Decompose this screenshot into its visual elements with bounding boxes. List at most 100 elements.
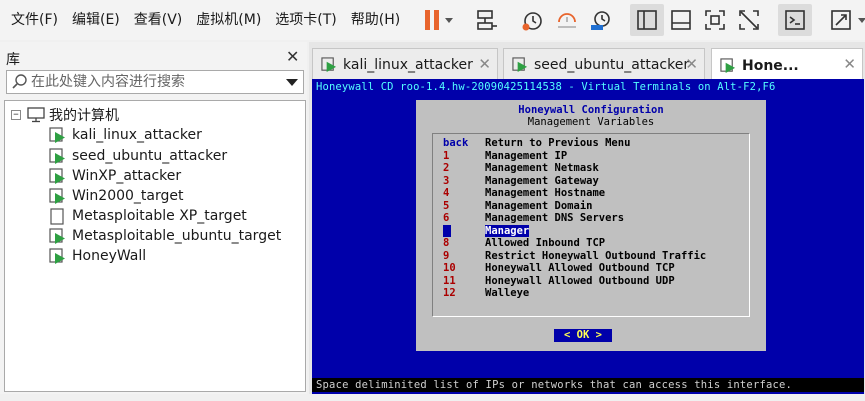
close-icon[interactable]: ✕ bbox=[843, 55, 856, 73]
menu-option[interactable]: 1 Management IP bbox=[443, 150, 567, 162]
close-icon[interactable]: ✕ bbox=[685, 55, 698, 73]
tree-item-win2000-target[interactable]: Win2000_target bbox=[49, 186, 184, 206]
tab-label: Hone... bbox=[742, 57, 799, 74]
console-header-text: Honeywall CD roo-1.4.hw-20090425114538 -… bbox=[316, 81, 776, 93]
menu-option-key: 7 bbox=[443, 224, 451, 237]
menu-option-text: Management Netmask bbox=[485, 162, 599, 174]
console-icon bbox=[785, 10, 806, 30]
vm-tree: − 我的计算机 kali_linux_attacker seed_ubuntu_… bbox=[4, 100, 306, 392]
tree-root-my-computer[interactable]: − 我的计算机 bbox=[11, 105, 119, 125]
stretch-guest-button[interactable] bbox=[824, 4, 865, 36]
menu-view[interactable]: 查看(V) bbox=[127, 0, 190, 40]
menu-option[interactable]: 10 Honeywall Allowed Outbound TCP bbox=[443, 262, 675, 274]
menu-option-key: 1 bbox=[443, 149, 450, 162]
vm-label: Metasploitable XP_target bbox=[72, 208, 247, 224]
tree-item-winxp-attacker[interactable]: WinXP_attacker bbox=[49, 166, 181, 186]
vm-label: seed_ubuntu_attacker bbox=[72, 148, 228, 164]
menu-help[interactable]: 帮助(H) bbox=[344, 0, 407, 40]
vm-running-icon bbox=[49, 167, 65, 184]
tree-item-metasploitable-ubuntu-target[interactable]: Metasploitable_ubuntu_target bbox=[49, 226, 281, 246]
menu-option-text: Restrict Honeywall Outbound Traffic bbox=[485, 249, 707, 262]
snapshot-manager-button[interactable] bbox=[584, 4, 618, 36]
search-icon bbox=[12, 74, 27, 89]
vm-icon bbox=[50, 207, 64, 225]
menu-option[interactable]: 2 Management Netmask bbox=[443, 162, 599, 174]
chevron-down-icon bbox=[858, 17, 865, 23]
menu-option[interactable]: 12 Walleye bbox=[443, 287, 529, 299]
menu-tabs[interactable]: 选项卡(T) bbox=[268, 0, 343, 40]
menu-vm[interactable]: 虚拟机(M) bbox=[189, 0, 268, 40]
tab-label: kali_linux_attacker bbox=[343, 56, 473, 73]
search-dropdown-icon[interactable] bbox=[286, 78, 298, 86]
network-button[interactable] bbox=[470, 4, 504, 36]
tab-label: seed_ubuntu_attacker bbox=[534, 56, 690, 73]
tree-item-metasploitable-xp-target[interactable]: Metasploitable XP_target bbox=[49, 206, 247, 226]
menu-option-key: 5 bbox=[443, 199, 450, 212]
menu-option-text: Return to Previous Menu bbox=[485, 137, 631, 149]
close-icon[interactable]: ✕ bbox=[478, 55, 491, 73]
tree-root-label: 我的计算机 bbox=[49, 108, 119, 124]
library-title: 库 bbox=[6, 52, 20, 68]
thumbnail-bar-icon bbox=[671, 10, 692, 30]
menu-option[interactable]: 9 Restrict Honeywall Outbound Traffic bbox=[443, 250, 706, 262]
menu-option-key: 6 bbox=[443, 212, 450, 224]
vm-running-icon bbox=[512, 56, 528, 72]
ok-button[interactable]: < OK > bbox=[554, 329, 612, 342]
menu-option[interactable]: 6 Management DNS Servers bbox=[443, 212, 624, 224]
menu-option[interactable]: 7 Manager bbox=[443, 224, 530, 237]
menu-option[interactable]: 3 Management Gateway bbox=[443, 175, 599, 187]
vm-running-icon bbox=[321, 56, 337, 72]
vm-running-icon bbox=[49, 147, 65, 164]
vm-label: WinXP_attacker bbox=[72, 168, 182, 184]
menu-option[interactable]: 8 Allowed Inbound TCP bbox=[443, 237, 605, 249]
vm-running-icon bbox=[720, 57, 736, 73]
menu-option-key: 4 bbox=[443, 187, 450, 199]
stretch-icon bbox=[831, 10, 852, 30]
thumbnail-bar-button[interactable] bbox=[664, 4, 698, 36]
tree-item-seed-ubuntu-attacker[interactable]: seed_ubuntu_attacker bbox=[49, 146, 227, 166]
search-input[interactable] bbox=[31, 72, 286, 92]
tree-item-kali-linux-attacker[interactable]: kali_linux_attacker bbox=[49, 125, 202, 145]
menu-option-key: 8 bbox=[443, 237, 450, 249]
console-status-line: Space deliminited list of IPs or network… bbox=[312, 378, 864, 392]
vm-console[interactable]: Honeywall CD roo-1.4.hw-20090425114538 -… bbox=[312, 79, 864, 395]
pause-button[interactable] bbox=[419, 4, 458, 36]
menubar: 文件(F) 编辑(E) 查看(V) 虚拟机(M) 选项卡(T) 帮助(H) bbox=[0, 0, 865, 40]
vm-running-icon bbox=[49, 126, 65, 143]
show-library-button[interactable] bbox=[630, 4, 665, 36]
vm-label: Metasploitable_ubuntu_target bbox=[72, 228, 282, 244]
unity-button[interactable] bbox=[732, 4, 766, 36]
library-search bbox=[6, 70, 304, 94]
menu-option[interactable]: 5 Management Domain bbox=[443, 200, 592, 212]
dialog-subtitle: Management Variables bbox=[527, 116, 655, 128]
network-icon bbox=[477, 10, 498, 30]
close-icon[interactable]: ✕ bbox=[286, 47, 299, 66]
menu-option[interactable]: 11 Honeywall Allowed Outbound UDP bbox=[443, 275, 675, 287]
tree-item-honeywall[interactable]: HoneyWall bbox=[49, 246, 146, 266]
take-snapshot-button[interactable] bbox=[516, 4, 550, 36]
tab-seed-ubuntu-attacker[interactable]: seed_ubuntu_attacker ✕ bbox=[503, 48, 705, 80]
menu-option-text: Manager bbox=[485, 224, 530, 237]
menu-option[interactable]: 4 Management Hostname bbox=[443, 187, 605, 199]
sidebar-view-icon bbox=[637, 10, 658, 30]
menu-file[interactable]: 文件(F) bbox=[0, 0, 65, 40]
status-bar bbox=[0, 394, 865, 401]
fullscreen-button[interactable] bbox=[698, 4, 732, 36]
dialog-title: Honeywall Configuration bbox=[518, 104, 664, 116]
menu-edit[interactable]: 编辑(E) bbox=[65, 0, 127, 40]
vm-label: kali_linux_attacker bbox=[72, 127, 202, 143]
menu-option-key: 3 bbox=[443, 174, 450, 187]
menu-option[interactable]: back Return to Previous Menu bbox=[443, 137, 630, 149]
tab-honeywall[interactable]: Hone... ✕ bbox=[711, 48, 863, 82]
menu-option-text: Management Hostname bbox=[485, 187, 606, 199]
tab-kali-linux-attacker[interactable]: kali_linux_attacker ✕ bbox=[312, 48, 498, 80]
menu-option-text: Management Gateway bbox=[485, 174, 599, 187]
menu-option-text: Management Domain bbox=[485, 199, 593, 212]
console-view-button[interactable] bbox=[778, 4, 813, 36]
menu-option-text: Allowed Inbound TCP bbox=[485, 237, 606, 249]
menu-option-text: Management IP bbox=[485, 149, 568, 162]
vm-running-icon bbox=[49, 227, 65, 244]
menu-option-text: Honeywall Allowed Outbound TCP bbox=[485, 262, 675, 274]
revert-snapshot-button[interactable] bbox=[550, 4, 584, 36]
collapse-icon[interactable]: − bbox=[11, 110, 21, 120]
